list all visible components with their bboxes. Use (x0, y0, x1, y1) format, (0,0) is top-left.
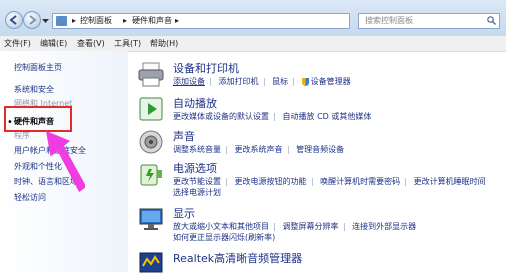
menu-edit[interactable]: 编辑(E) (40, 38, 67, 49)
choose-power-plan-link[interactable]: 选择电源计划 (173, 187, 221, 198)
monitor-icon (139, 208, 163, 230)
pink-arrow-icon (46, 130, 85, 193)
forward-arrow-icon (29, 15, 37, 25)
menu-tools[interactable]: 工具(T) (114, 38, 141, 49)
external-display-link[interactable]: 连接到外部显示器 (352, 221, 416, 232)
back-arrow-icon (9, 15, 17, 25)
adjust-volume-link[interactable]: 调整系统音量 (173, 144, 221, 155)
back-button[interactable] (5, 11, 23, 29)
printer-icon (138, 62, 164, 87)
text-size-link[interactable]: 放大或缩小文本和其他项目 (173, 221, 269, 232)
add-printer-link[interactable]: 添加打印机 (219, 76, 259, 87)
category-title[interactable]: 设备和打印机 (173, 60, 239, 76)
search-input[interactable]: 搜索控制面板 (358, 13, 500, 29)
divider (293, 77, 295, 86)
power-icon (140, 164, 162, 186)
history-dropdown-icon[interactable] (42, 17, 49, 26)
divider (226, 177, 227, 186)
power-button-function-link[interactable]: 更改电源按钮的功能 (235, 176, 307, 187)
nav-control-panel-home[interactable]: 控制面板主页 (14, 62, 62, 73)
category-title[interactable]: 自动播放 (173, 95, 217, 111)
crumb-separator-icon: ▸ (175, 16, 180, 25)
category-title[interactable]: 显示 (173, 205, 195, 221)
add-device-link[interactable]: 添加设备 (173, 76, 205, 87)
address-input[interactable]: ▸ 控制面板 ▸ 硬件和声音 ▸ (52, 13, 350, 29)
speaker-icon (139, 130, 163, 154)
search-placeholder: 搜索控制面板 (365, 16, 413, 25)
nav-system-security[interactable]: 系统和安全 (14, 84, 54, 95)
manage-audio-devices-link[interactable]: 管理音频设备 (296, 144, 344, 155)
menu-help[interactable]: 帮助(H) (150, 38, 178, 49)
divider (405, 177, 407, 186)
category-title[interactable]: 声音 (173, 128, 195, 144)
menu-bar: 文件(F) 编辑(E) 查看(V) 工具(T) 帮助(H) (0, 36, 506, 52)
divider (343, 222, 345, 231)
breadcrumb-hardware-sound[interactable]: 硬件和声音 (132, 14, 172, 28)
screen-resolution-link[interactable]: 调整屏幕分辨率 (283, 221, 339, 232)
divider (263, 77, 265, 86)
autoplay-icon (139, 97, 163, 121)
divider (226, 145, 227, 154)
category-title[interactable]: 电源选项 (173, 160, 217, 176)
search-icon[interactable] (487, 16, 496, 25)
device-manager-link[interactable]: 设备管理器 (311, 76, 351, 87)
nav-ease-of-access[interactable]: 轻松访问 (14, 192, 46, 203)
menu-view[interactable]: 查看(V) (77, 38, 105, 49)
crumb-separator-icon: ▸ (72, 16, 77, 25)
fix-flicker-link[interactable]: 如何更正显示器闪烁(刷新率) (173, 232, 275, 243)
change-default-media-link[interactable]: 更改媒体或设备的默认设置 (173, 111, 269, 122)
change-power-saving-link[interactable]: 更改节能设置 (173, 176, 221, 187)
menu-file[interactable]: 文件(F) (4, 38, 31, 49)
address-bar-area: ▸ 控制面板 ▸ 硬件和声音 ▸ 搜索控制面板 (0, 0, 506, 37)
forward-button[interactable] (23, 11, 41, 29)
uac-shield-icon (301, 77, 309, 86)
mouse-link[interactable]: 鼠标 (272, 76, 288, 87)
change-sounds-link[interactable]: 更改系统声音 (235, 144, 283, 155)
divider (274, 112, 275, 121)
crumb-separator-icon: ▸ (123, 16, 128, 25)
realtek-icon (139, 252, 163, 273)
require-password-link[interactable]: 唤醒计算机时需要密码 (320, 176, 400, 187)
control-panel-icon (56, 16, 67, 26)
divider (210, 77, 211, 86)
divider (287, 145, 289, 154)
change-sleep-time-link[interactable]: 更改计算机睡眠时间 (414, 176, 486, 187)
breadcrumb-control-panel[interactable]: 控制面板 (80, 14, 112, 28)
divider (311, 177, 313, 186)
category-title[interactable]: Realtek高清晰音频管理器 (173, 250, 302, 266)
divider (274, 222, 275, 231)
autoplay-cd-link[interactable]: 自动播放 CD 或其他媒体 (283, 111, 372, 122)
